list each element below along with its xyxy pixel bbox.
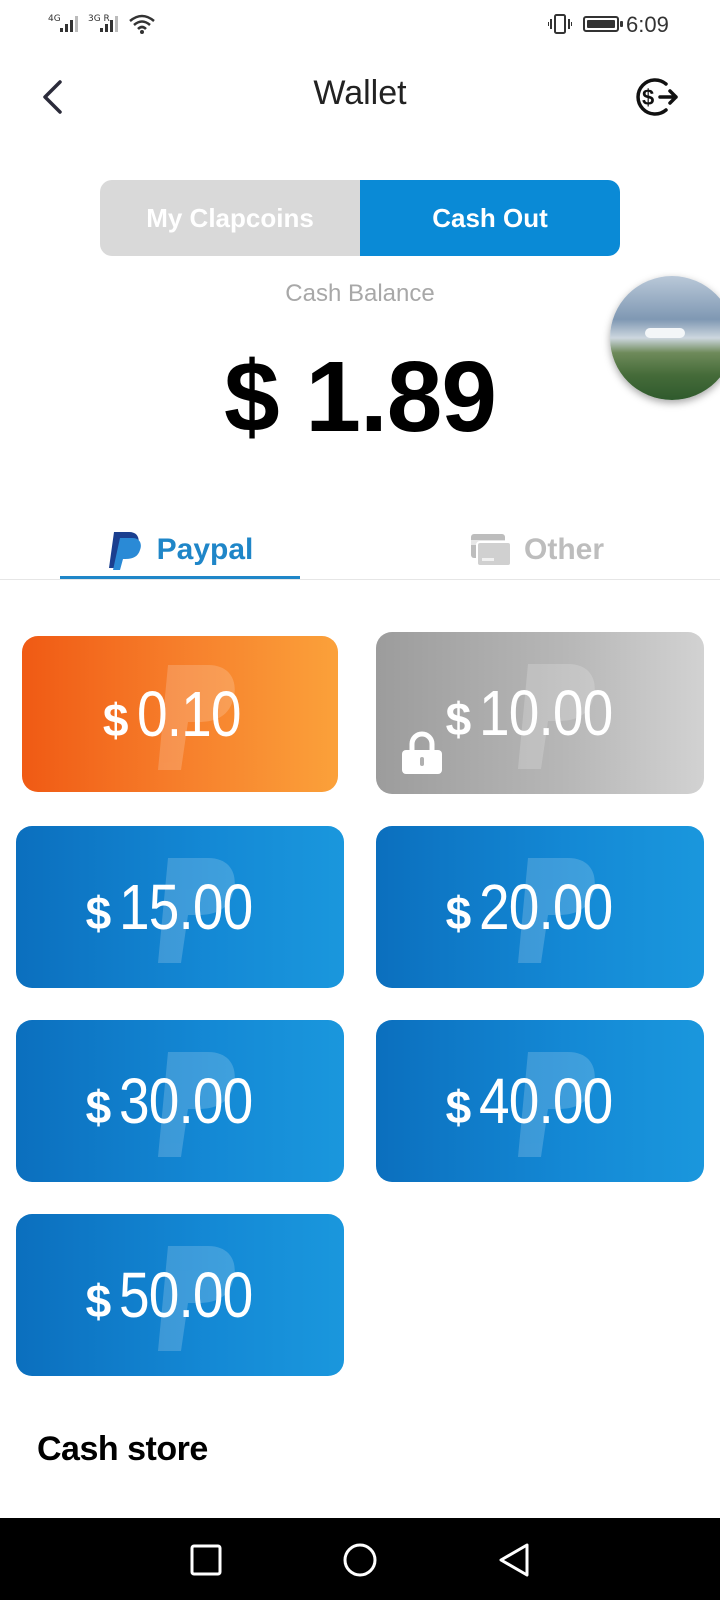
tab-other[interactable]: Other xyxy=(470,520,640,580)
battery-icon xyxy=(583,16,623,32)
tab-my-clapcoins[interactable]: My Clapcoins xyxy=(100,180,360,256)
amount-label: $ 10.00 xyxy=(445,677,614,749)
amount-label: $ 20.00 xyxy=(445,871,614,943)
lock-icon xyxy=(402,731,442,774)
wallet-segment-control: My Clapcoins Cash Out xyxy=(100,180,620,256)
amount-label: $ 40.00 xyxy=(445,1065,614,1137)
page-title: Wallet xyxy=(313,74,407,112)
divider xyxy=(0,579,720,580)
amount-label: $ 15.00 xyxy=(85,871,254,943)
home-button[interactable] xyxy=(338,1538,382,1582)
system-nav-bar xyxy=(0,1518,720,1600)
tab-other-label: Other xyxy=(524,533,605,566)
sim1-label: 4G xyxy=(48,14,61,24)
square-icon xyxy=(190,1544,222,1576)
tab-paypal-label: Paypal xyxy=(156,533,254,566)
back-nav-button[interactable] xyxy=(492,1538,536,1582)
svg-text:$: $ xyxy=(642,85,654,110)
cash-balance-value: $ 1.89 xyxy=(223,341,497,453)
amount-label: $ 0.10 xyxy=(102,678,241,750)
recent-apps-button[interactable] xyxy=(184,1538,228,1582)
amount-card[interactable]: $ 30.00 xyxy=(16,1020,344,1182)
status-bar: 4G 3G R 6:09 xyxy=(0,0,720,50)
vibrate-icon xyxy=(548,14,572,34)
amount-card-locked[interactable]: $ 10.00 xyxy=(376,632,704,794)
cash-exchange-button[interactable]: $ xyxy=(630,72,682,122)
wifi-icon xyxy=(129,14,155,34)
triangle-back-icon xyxy=(499,1543,529,1577)
status-time: 6:09 xyxy=(626,12,669,37)
cash-balance-label: Cash Balance xyxy=(285,280,435,307)
signal-icon xyxy=(60,14,78,32)
amount-card[interactable]: $ 20.00 xyxy=(376,826,704,988)
circle-icon xyxy=(343,1543,377,1577)
amount-label: $ 50.00 xyxy=(85,1259,254,1331)
dollar-exchange-icon: $ xyxy=(636,78,678,116)
signal-icon xyxy=(100,14,118,32)
paypal-icon xyxy=(108,532,141,570)
cash-store-heading: Cash store xyxy=(37,1430,208,1468)
cards-icon xyxy=(471,534,512,567)
amount-card[interactable]: $ 40.00 xyxy=(376,1020,704,1182)
amount-card[interactable]: $ 50.00 xyxy=(16,1214,344,1376)
amount-card[interactable]: $ 0.10 xyxy=(22,636,338,792)
tab-paypal[interactable]: Paypal xyxy=(60,520,300,580)
tab-cash-out[interactable]: Cash Out xyxy=(360,180,620,256)
amount-label: $ 30.00 xyxy=(85,1065,254,1137)
amount-card[interactable]: $ 15.00 xyxy=(16,826,344,988)
